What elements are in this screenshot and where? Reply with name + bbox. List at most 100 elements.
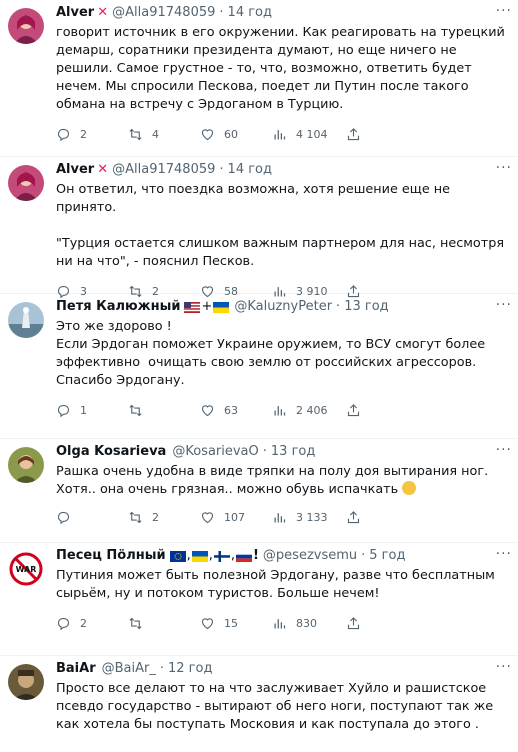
share-button[interactable] [346, 127, 418, 142]
avatar[interactable] [8, 447, 44, 483]
tweet[interactable]: WAR Песец Пöлный , , , ! @pesezvsemu · 5… [0, 543, 518, 656]
author-handle[interactable]: @Alla91748059 [112, 4, 215, 22]
like-button[interactable]: 60 [200, 127, 272, 142]
views-chart-icon [274, 618, 286, 628]
tweet[interactable]: Петя Калюжный + @KaluznyPeter · 13 год ·… [0, 294, 518, 439]
views-button[interactable]: 2 406 [272, 403, 346, 418]
cross-mark-icon: ✕ [97, 5, 109, 20]
retweet-icon [129, 128, 142, 140]
comma: , [186, 548, 191, 563]
tweet-actions: 2 4 60 4 104 [56, 124, 508, 144]
tweet-text: говорит источник в его окружении. Как ре… [56, 25, 509, 112]
author-handle[interactable]: @KosarievaO [172, 443, 258, 461]
author-handle[interactable]: @Alla91748059 [112, 161, 215, 179]
heart-icon [201, 511, 214, 523]
comma: , [230, 548, 235, 563]
timestamp[interactable]: 14 год [228, 161, 272, 179]
reply-button[interactable]: 2 [56, 127, 128, 142]
share-button[interactable] [346, 403, 418, 418]
author-name[interactable]: Olga Kosarieva [56, 443, 166, 461]
reply-icon [57, 128, 70, 141]
avatar[interactable] [8, 8, 44, 44]
separator-dot: · [262, 444, 267, 459]
tweet-text-content: Рашка очень удобна в виде тряпки на полу… [56, 464, 493, 497]
views-chart-icon [274, 405, 286, 415]
retweet-icon [129, 404, 142, 416]
like-button[interactable]: 107 [200, 510, 272, 525]
author-handle[interactable]: @BaiAr_ [102, 660, 156, 678]
separator-dot: · [361, 548, 366, 563]
more-options-icon[interactable]: ··· [496, 160, 512, 176]
timestamp[interactable]: 13 год [344, 298, 388, 316]
reply-icon [57, 617, 70, 630]
retweet-count: 2 [152, 510, 159, 524]
separator-dot: · [336, 299, 341, 314]
tweet-actions: 2 107 3 133 [56, 507, 508, 527]
view-count: 830 [296, 616, 317, 630]
like-count: 15 [224, 616, 238, 630]
more-options-icon[interactable]: ··· [496, 297, 512, 313]
author-name[interactable]: BaiAr [56, 660, 96, 678]
reply-count: 2 [80, 616, 87, 630]
russia-flag-icon [235, 550, 252, 562]
share-icon [347, 510, 360, 523]
share-icon [347, 403, 360, 416]
author-name[interactable]: Alver [56, 4, 94, 22]
author-name[interactable]: Песец Пöлный [56, 547, 166, 565]
avatar[interactable] [8, 664, 44, 700]
avatar[interactable] [8, 302, 44, 338]
tweet[interactable]: Alver ✕ @Alla91748059 · 14 год ··· Он от… [0, 157, 518, 298]
more-options-icon[interactable]: ··· [496, 442, 512, 458]
like-button[interactable]: 15 [200, 616, 272, 631]
separator-dot: · [219, 5, 224, 20]
like-count: 60 [224, 127, 238, 141]
view-count: 2 406 [296, 403, 328, 417]
views-button[interactable]: 3 133 [272, 510, 346, 525]
more-options-icon[interactable]: ··· [496, 659, 512, 675]
separator-dot: · [159, 661, 164, 676]
retweet-button[interactable]: 2 [128, 510, 200, 525]
share-button[interactable] [346, 510, 418, 525]
tweet-text: Это же здорово ! Если Эрдоган поможет Ук… [56, 319, 486, 388]
tweet-text: Он ответил, что поездка возможна, хотя р… [56, 182, 505, 269]
like-count: 107 [224, 510, 245, 524]
exclamation: ! [252, 548, 259, 563]
retweet-button[interactable]: 4 [128, 127, 200, 142]
retweet-button[interactable] [128, 403, 200, 418]
timestamp[interactable]: 12 год [168, 660, 212, 678]
separator-dot: · [219, 162, 224, 177]
author-name[interactable]: Петя Калюжный [56, 298, 180, 316]
timestamp[interactable]: 14 год [228, 4, 272, 22]
tweet[interactable]: Olga Kosarieva @KosarievaO · 13 год ··· … [0, 439, 518, 543]
author-handle[interactable]: @KaluznyPeter [234, 298, 332, 316]
share-button[interactable] [346, 616, 418, 631]
like-button[interactable]: 63 [200, 403, 272, 418]
ukraine-flag-icon [191, 550, 208, 562]
like-count: 63 [224, 403, 238, 417]
reply-button[interactable] [56, 510, 128, 525]
finland-flag-icon [213, 550, 230, 562]
comma: , [208, 548, 213, 563]
tweet[interactable]: BaiAr @BaiAr_ · 12 год ··· Просто все де… [0, 656, 518, 752]
us-flag-icon [184, 301, 201, 313]
heart-icon [201, 404, 214, 416]
views-button[interactable]: 830 [272, 616, 346, 631]
avatar[interactable]: WAR [8, 551, 44, 587]
reply-count: 1 [80, 403, 87, 417]
retweet-button[interactable] [128, 616, 200, 631]
avatar[interactable] [8, 165, 44, 201]
more-options-icon[interactable]: ··· [496, 546, 512, 562]
reply-button[interactable]: 1 [56, 403, 128, 418]
reply-button[interactable]: 2 [56, 616, 128, 631]
tweet-feed: Alver ✕ @Alla91748059 · 14 год ··· говор… [0, 0, 518, 752]
author-name[interactable]: Alver [56, 161, 94, 179]
retweet-icon [129, 511, 142, 523]
timestamp[interactable]: 13 год [271, 443, 315, 461]
tweet[interactable]: Alver ✕ @Alla91748059 · 14 год ··· говор… [0, 0, 518, 157]
eu-flag-icon [169, 550, 186, 562]
reply-icon [57, 511, 70, 524]
author-handle[interactable]: @pesezvsemu [263, 547, 357, 565]
views-button[interactable]: 4 104 [272, 127, 346, 142]
more-options-icon[interactable]: ··· [496, 3, 512, 19]
timestamp[interactable]: 5 год [369, 547, 405, 565]
